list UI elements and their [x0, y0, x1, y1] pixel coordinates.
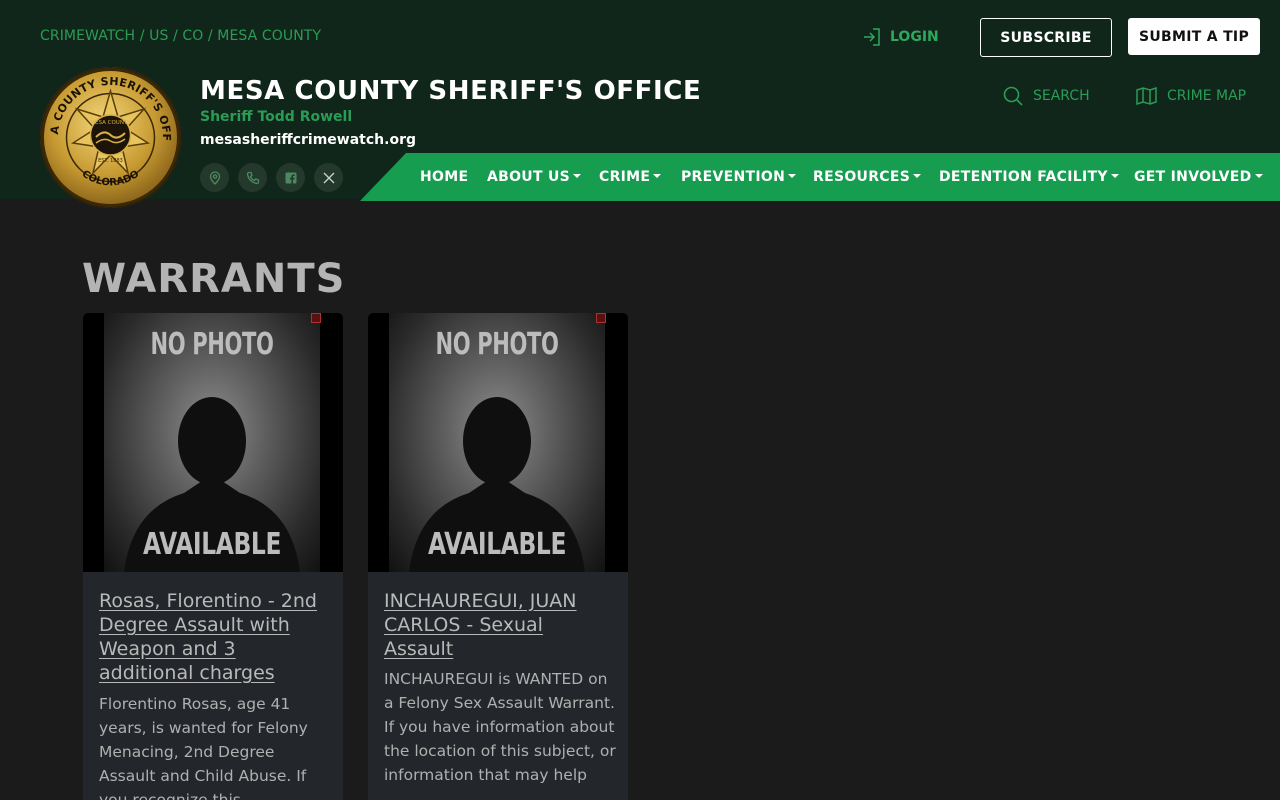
nav-item-detention-facility[interactable]: DETENTION FACILITY [939, 169, 1119, 185]
crime-map-link[interactable]: CRIME MAP [1136, 86, 1246, 106]
nav-item-home[interactable]: HOME [420, 169, 468, 185]
submit-tip-button[interactable]: SUBMIT A TIP [1128, 18, 1260, 55]
page-title: WARRANTS [82, 256, 346, 302]
svg-text:COLORADO: COLORADO [80, 169, 142, 189]
phone-button[interactable] [238, 163, 267, 192]
x-twitter-button[interactable] [314, 163, 343, 192]
no-photo-text: NO PHOTO [435, 327, 559, 362]
breadcrumb-item-mesa-county[interactable]: MESA COUNTY [217, 28, 321, 44]
map-icon [1136, 87, 1157, 105]
facebook-button[interactable] [276, 163, 305, 192]
sheriff-badge-logo[interactable]: MESA COUNTY SHERIFF'S OFFICE COLORADO ME… [40, 67, 181, 208]
map-pin-icon [209, 170, 220, 185]
chevron-down-icon [788, 174, 797, 178]
broken-image-icon [596, 313, 606, 323]
available-text: AVAILABLE [142, 527, 282, 562]
nav-item-resources[interactable]: RESOURCES [813, 169, 922, 185]
no-photo-text: NO PHOTO [150, 327, 274, 362]
breadcrumb: CRIMEWATCH / US / CO / MESA COUNTY [40, 28, 322, 44]
login-label: LOGIN [890, 29, 939, 45]
breadcrumb-item-crimewatch[interactable]: CRIMEWATCH [40, 28, 135, 44]
site-header: CRIMEWATCH / US / CO / MESA COUNTY LOGIN… [0, 0, 1280, 208]
phone-icon [246, 171, 259, 184]
nav-item-prevention[interactable]: PREVENTION [681, 169, 797, 185]
search-link[interactable]: SEARCH [1003, 86, 1090, 106]
nav-item-about-us[interactable]: ABOUT US [487, 169, 582, 185]
warrant-card[interactable]: NO PHOTO AVAILABLE Rosas, Florentino - 2… [83, 313, 343, 800]
broken-image-icon [311, 313, 321, 323]
sheriff-name: Sheriff Todd Rowell [200, 109, 353, 125]
facebook-icon [285, 172, 296, 184]
chevron-down-icon [1254, 174, 1263, 178]
chevron-down-icon [653, 174, 662, 178]
main-nav: HOME ABOUT US CRIME PREVENTION RESOURCES… [360, 153, 1280, 201]
warrant-description: INCHAUREGUI is WANTED on a Felony Sex As… [384, 670, 616, 784]
warrant-title-link[interactable]: INCHAUREGUI, JUAN CARLOS - Sexual Assaul… [384, 589, 616, 661]
chevron-down-icon [1110, 174, 1119, 178]
chevron-down-icon [573, 174, 582, 178]
search-icon [1003, 86, 1023, 106]
warrant-card[interactable]: NO PHOTO AVAILABLE INCHAUREGUI, JUAN CAR… [368, 313, 628, 800]
warrant-photo[interactable]: NO PHOTO AVAILABLE [83, 313, 343, 572]
warrant-photo[interactable]: NO PHOTO AVAILABLE [368, 313, 628, 572]
breadcrumb-item-co[interactable]: CO [182, 28, 203, 44]
location-button[interactable] [200, 163, 229, 192]
nav-item-crime[interactable]: CRIME [599, 169, 662, 185]
available-text: AVAILABLE [427, 527, 567, 562]
subscribe-button[interactable]: SUBSCRIBE [980, 18, 1112, 57]
badge-center-text: MESA COUNTY [90, 120, 131, 126]
site-url[interactable]: mesasheriffcrimewatch.org [200, 132, 416, 148]
chevron-down-icon [913, 174, 922, 178]
login-arrow-icon [864, 28, 880, 46]
badge-est-text: EST. 1883 [98, 158, 123, 164]
org-title[interactable]: MESA COUNTY SHERIFF'S OFFICE [200, 76, 701, 106]
search-label: SEARCH [1033, 88, 1090, 104]
warrant-description: Florentino Rosas, age 41 years, is wante… [99, 695, 308, 800]
crime-map-label: CRIME MAP [1167, 88, 1247, 104]
nav-item-get-involved[interactable]: GET INVOLVED [1134, 169, 1263, 185]
warrant-title-link[interactable]: Rosas, Florentino - 2nd Degree Assault w… [99, 589, 331, 685]
x-twitter-icon [323, 172, 334, 183]
breadcrumb-item-us[interactable]: US [149, 28, 168, 44]
login-link[interactable]: LOGIN [862, 26, 939, 48]
badge-ring-bottom-text: COLORADO [80, 169, 142, 189]
